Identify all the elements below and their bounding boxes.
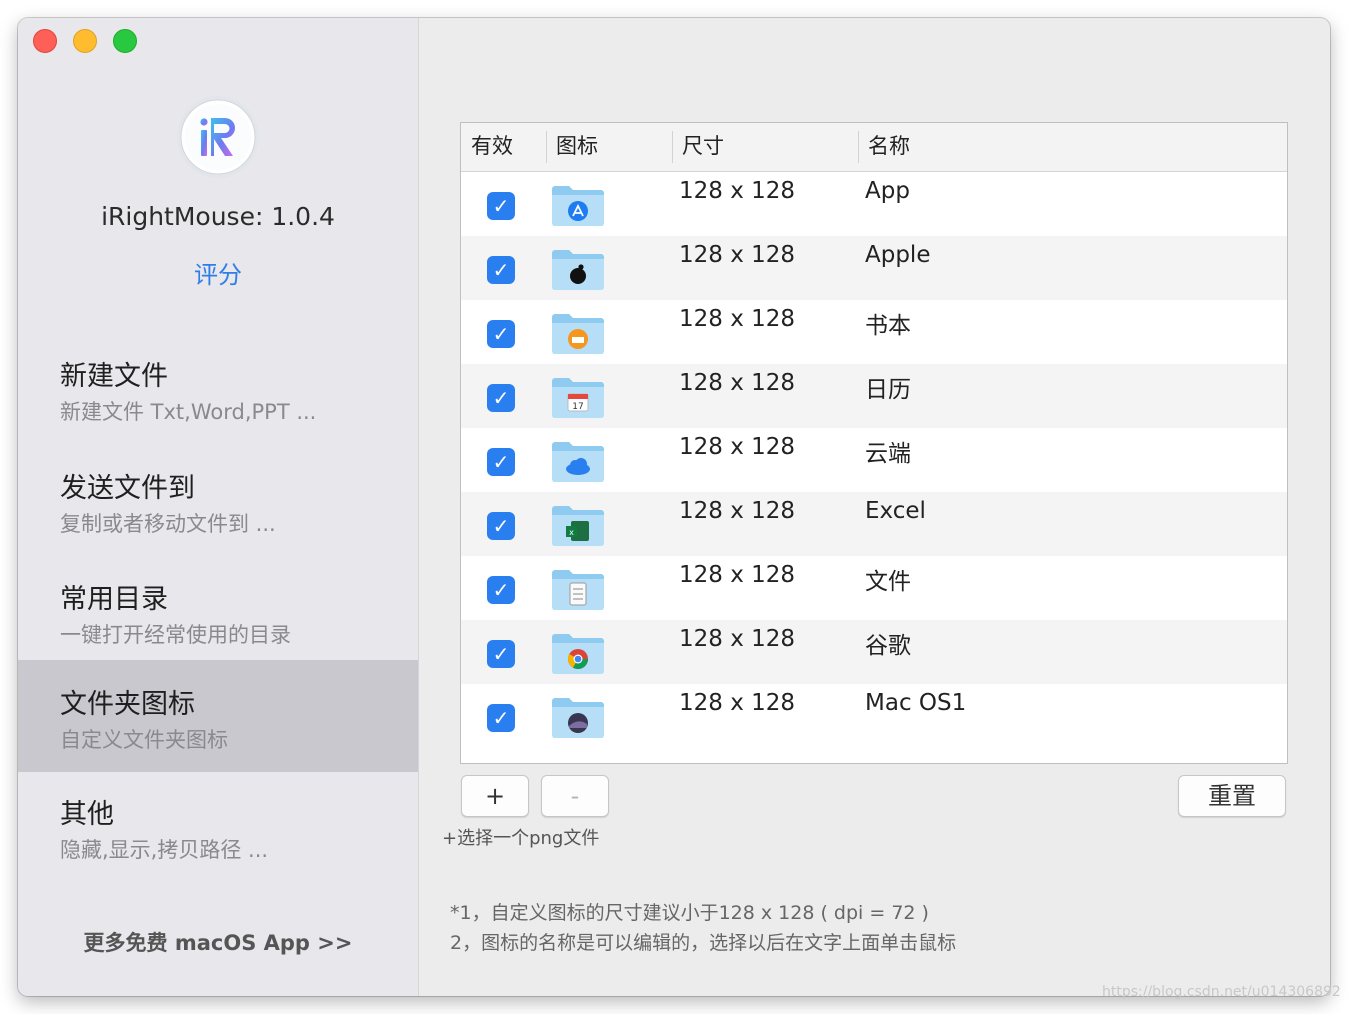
table-body[interactable]: ✓ 128 x 128 App ✓ 128 x 128 Apple ✓ 128 x 128 书本… xyxy=(461,172,1287,763)
sidebar-nav-title: 其他 xyxy=(60,799,114,830)
excel-folder-icon: x xyxy=(551,503,605,547)
column-header-icon[interactable]: 图标 xyxy=(546,123,674,171)
remove-button[interactable]: - xyxy=(541,775,609,817)
enabled-checkbox[interactable]: ✓ xyxy=(487,320,515,348)
column-header-size[interactable]: 尺寸 xyxy=(672,123,858,171)
size-cell: 128 x 128 xyxy=(679,178,796,204)
size-cell: 128 x 128 xyxy=(679,242,796,268)
sidebar-nav-item[interactable]: 常用目录一键打开经常使用的目录 xyxy=(18,555,418,667)
folder-icon-table: 有效 图标 尺寸 名称 ✓ 128 x 128 App ✓ 128 x 128 Apple… xyxy=(460,122,1288,764)
name-cell[interactable]: Mac OS1 xyxy=(865,690,966,716)
cloud-folder-icon xyxy=(551,439,605,483)
app-name-version: iRightMouse: 1.0.4 xyxy=(101,202,335,231)
add-hint-text: +选择一个png文件 xyxy=(442,828,600,849)
sidebar-nav-title: 文件夹图标 xyxy=(60,689,195,720)
sidebar-nav-item[interactable]: 文件夹图标自定义文件夹图标 xyxy=(18,660,418,772)
name-cell[interactable]: App xyxy=(865,178,910,204)
apple-folder-icon xyxy=(551,247,605,291)
enabled-checkbox[interactable]: ✓ xyxy=(487,448,515,476)
enabled-checkbox[interactable]: ✓ xyxy=(487,640,515,668)
table-row[interactable]: ✓ 128 x 128 云端 xyxy=(461,428,1287,492)
more-apps-link[interactable]: 更多免费 macOS App >> xyxy=(18,927,418,957)
add-button[interactable]: + xyxy=(461,775,529,817)
sidebar-nav-item[interactable]: 发送文件到复制或者移动文件到 ... xyxy=(18,444,418,556)
app-window: iRightMouse: 1.0.4 评分 新建文件新建文件 Txt,Word,… xyxy=(18,18,1330,996)
name-cell[interactable]: Apple xyxy=(865,242,930,268)
document-folder-icon xyxy=(551,567,605,611)
enabled-checkbox[interactable]: ✓ xyxy=(487,512,515,540)
app-logo-icon xyxy=(177,96,259,178)
sidebar-nav-item[interactable]: 新建文件新建文件 Txt,Word,PPT ... xyxy=(18,332,418,444)
enabled-checkbox[interactable]: ✓ xyxy=(487,192,515,220)
watermark-text: https://blog.csdn.net/u014306892 xyxy=(1102,984,1341,1000)
table-row[interactable]: ✓ 128 x 128 谷歌 xyxy=(461,620,1287,684)
size-cell: 128 x 128 xyxy=(679,562,796,588)
note-line-1: *1，自定义图标的尺寸建议小于128 x 128 ( dpi = 72 ) xyxy=(450,902,929,924)
svg-text:17: 17 xyxy=(572,402,583,412)
table-row[interactable]: ✓ 128 x 128 书本 xyxy=(461,300,1287,364)
table-row[interactable]: ✓ 17 128 x 128 日历 xyxy=(461,364,1287,428)
size-cell: 128 x 128 xyxy=(679,370,796,396)
sidebar-nav-title: 发送文件到 xyxy=(60,473,195,504)
column-header-name[interactable]: 名称 xyxy=(858,123,1287,171)
sidebar-nav-subtitle: 隐藏,显示,拷贝路径 ... xyxy=(60,838,269,862)
svg-text:x: x xyxy=(569,528,574,537)
sidebar-nav-title: 新建文件 xyxy=(60,361,168,392)
name-cell[interactable]: 书本 xyxy=(865,306,911,340)
macos-folder-icon xyxy=(551,695,605,739)
minimize-window-button[interactable] xyxy=(73,29,97,53)
table-header: 有效 图标 尺寸 名称 xyxy=(461,123,1287,172)
sidebar-nav-subtitle: 一键打开经常使用的目录 xyxy=(60,623,291,647)
name-cell[interactable]: 谷歌 xyxy=(865,626,911,660)
name-cell[interactable]: 文件 xyxy=(865,562,911,596)
zoom-window-button[interactable] xyxy=(113,29,137,53)
table-row[interactable]: ✓ x 128 x 128 Excel xyxy=(461,492,1287,556)
sidebar-nav-subtitle: 自定义文件夹图标 xyxy=(60,728,228,752)
books-folder-icon xyxy=(551,311,605,355)
sidebar-nav-subtitle: 复制或者移动文件到 ... xyxy=(60,512,276,536)
close-window-button[interactable] xyxy=(33,29,57,53)
enabled-checkbox[interactable]: ✓ xyxy=(487,704,515,732)
size-cell: 128 x 128 xyxy=(679,626,796,652)
sidebar-nav-subtitle: 新建文件 Txt,Word,PPT ... xyxy=(60,400,317,424)
sidebar-nav-item[interactable]: 其他隐藏,显示,拷贝路径 ... xyxy=(18,770,418,882)
reset-button[interactable]: 重置 xyxy=(1178,775,1286,817)
enabled-checkbox[interactable]: ✓ xyxy=(487,256,515,284)
name-cell[interactable]: Excel xyxy=(865,498,926,524)
enabled-checkbox[interactable]: ✓ xyxy=(487,384,515,412)
table-row[interactable]: ✓ 128 x 128 Apple xyxy=(461,236,1287,300)
size-cell: 128 x 128 xyxy=(679,306,796,332)
calendar-folder-icon: 17 xyxy=(551,375,605,419)
size-cell: 128 x 128 xyxy=(679,690,796,716)
column-header-enabled[interactable]: 有效 xyxy=(461,123,546,171)
size-cell: 128 x 128 xyxy=(679,434,796,460)
enabled-checkbox[interactable]: ✓ xyxy=(487,576,515,604)
note-line-2: 2，图标的名称是可以编辑的，选择以后在文字上面单击鼠标 xyxy=(450,932,957,954)
name-cell[interactable]: 云端 xyxy=(865,434,911,468)
table-row[interactable]: ✓ 128 x 128 文件 xyxy=(461,556,1287,620)
table-row[interactable]: ✓ 128 x 128 Mac OS1 xyxy=(461,684,1287,748)
sidebar-nav-title: 常用目录 xyxy=(60,584,168,615)
rate-link[interactable]: 评分 xyxy=(18,255,418,290)
name-cell[interactable]: 日历 xyxy=(865,370,911,404)
sidebar: iRightMouse: 1.0.4 评分 新建文件新建文件 Txt,Word,… xyxy=(18,18,419,996)
app-store-folder-icon xyxy=(551,183,605,227)
table-row[interactable]: ✓ 128 x 128 App xyxy=(461,172,1287,236)
size-cell: 128 x 128 xyxy=(679,498,796,524)
chrome-folder-icon xyxy=(551,631,605,675)
